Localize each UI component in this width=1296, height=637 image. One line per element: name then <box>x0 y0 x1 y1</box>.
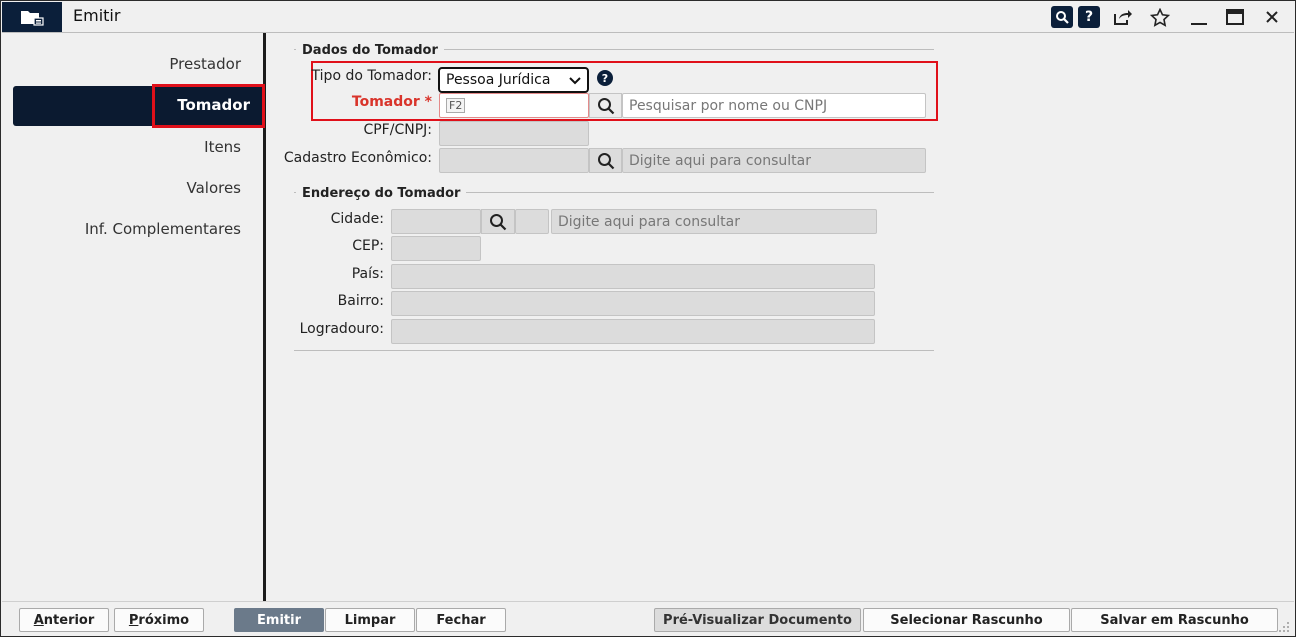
pais-label: País: <box>351 266 384 282</box>
cadastro-search-button[interactable] <box>589 148 622 173</box>
sidebar-item-prestador[interactable]: Prestador <box>169 55 241 73</box>
tomador-search-button[interactable] <box>589 93 622 118</box>
logradouro-field[interactable] <box>391 319 875 344</box>
cidade-search-button[interactable] <box>481 209 515 234</box>
cidade-placeholder: Digite aqui para consultar <box>558 213 740 230</box>
section-title-endereco: Endereço do Tomador <box>296 186 467 201</box>
cpf-cnpj-label: CPF/CNPJ: <box>363 122 432 138</box>
cpf-cnpj-field[interactable] <box>439 121 589 146</box>
tomador-search-placeholder: Pesquisar por nome ou CNPJ <box>629 97 828 114</box>
proximo-button[interactable]: Próximo <box>114 608 204 632</box>
tipo-tomador-value: Pessoa Jurídica <box>446 72 551 88</box>
cadastro-economico-code[interactable] <box>439 148 589 173</box>
cadastro-placeholder: Digite aqui para consultar <box>629 152 811 169</box>
cidade-uf[interactable] <box>515 209 549 234</box>
emitir-button[interactable]: Emitir <box>234 608 324 632</box>
cadastro-economico-label: Cadastro Econômico: <box>283 150 432 166</box>
search-icon <box>597 97 614 114</box>
tomador-code-input[interactable]: F2 <box>439 93 589 118</box>
proximo-label: róximo <box>138 612 190 628</box>
fechar-button[interactable]: Fechar <box>416 608 506 632</box>
search-icon[interactable] <box>1051 6 1073 28</box>
tipo-tomador-label: Tipo do Tomador: <box>311 68 432 84</box>
cep-label: CEP: <box>352 238 384 254</box>
footer-toolbar: Anterior Próximo Emitir Limpar Fechar Pr… <box>2 601 1294 636</box>
search-icon <box>597 152 614 169</box>
maximize-icon[interactable] <box>1224 6 1246 28</box>
folder-icon <box>2 2 62 32</box>
minimize-icon[interactable] <box>1188 6 1210 28</box>
tomador-f2-hint: F2 <box>446 98 466 113</box>
close-icon[interactable] <box>1261 6 1283 28</box>
sidebar-item-valores[interactable]: Valores <box>186 179 241 197</box>
anterior-button[interactable]: Anterior <box>19 608 109 632</box>
limpar-button[interactable]: Limpar <box>325 608 415 632</box>
sidebar-item-tomador-label[interactable]: Tomador <box>177 96 250 114</box>
anterior-mnemonic: A <box>33 612 44 628</box>
tomador-label: Tomador * <box>351 94 432 110</box>
window-title: Emitir <box>73 6 121 25</box>
tomador-search-input[interactable]: Pesquisar por nome ou CNPJ <box>622 93 926 118</box>
selecionar-rascunho-button[interactable]: Selecionar Rascunho <box>863 608 1070 632</box>
section-title-dados: Dados do Tomador <box>296 43 444 58</box>
pre-visualizar-button[interactable]: Pré-Visualizar Documento <box>654 608 861 632</box>
tipo-tomador-select[interactable]: Pessoa Jurídica <box>438 67 589 93</box>
cidade-label: Cidade: <box>330 211 384 227</box>
cadastro-economico-input[interactable]: Digite aqui para consultar <box>622 148 926 173</box>
star-icon[interactable] <box>1149 6 1171 28</box>
cidade-input[interactable]: Digite aqui para consultar <box>551 209 877 234</box>
logradouro-label: Logradouro: <box>299 321 384 337</box>
search-icon <box>490 213 507 230</box>
proximo-mnemonic: P <box>128 612 139 628</box>
chevron-down-icon <box>569 74 581 90</box>
section-divider <box>294 350 934 351</box>
pais-field[interactable] <box>391 264 875 289</box>
share-icon[interactable] <box>1112 6 1134 28</box>
sidebar-item-itens[interactable]: Itens <box>204 138 241 156</box>
resize-grip-icon[interactable] <box>1278 621 1290 633</box>
anterior-label: nterior <box>43 612 95 628</box>
bairro-label: Bairro: <box>337 293 384 309</box>
app-window: Emitir ? Prestador Tomador Itens Valores… <box>0 0 1296 637</box>
cep-field[interactable] <box>391 236 481 261</box>
sidebar: Prestador Tomador Itens Valores Inf. Com… <box>4 33 266 601</box>
help-circle-icon[interactable]: ? <box>597 70 613 86</box>
help-icon[interactable]: ? <box>1078 6 1100 28</box>
sidebar-item-inf-complementares[interactable]: Inf. Complementares <box>85 220 241 238</box>
cidade-code[interactable] <box>391 209 481 234</box>
main-content: Dados do Tomador Tipo do Tomador: Pessoa… <box>266 33 1294 601</box>
bairro-field[interactable] <box>391 291 875 316</box>
title-bar: Emitir ? <box>2 2 1294 33</box>
salvar-rascunho-button[interactable]: Salvar em Rascunho <box>1071 608 1278 632</box>
